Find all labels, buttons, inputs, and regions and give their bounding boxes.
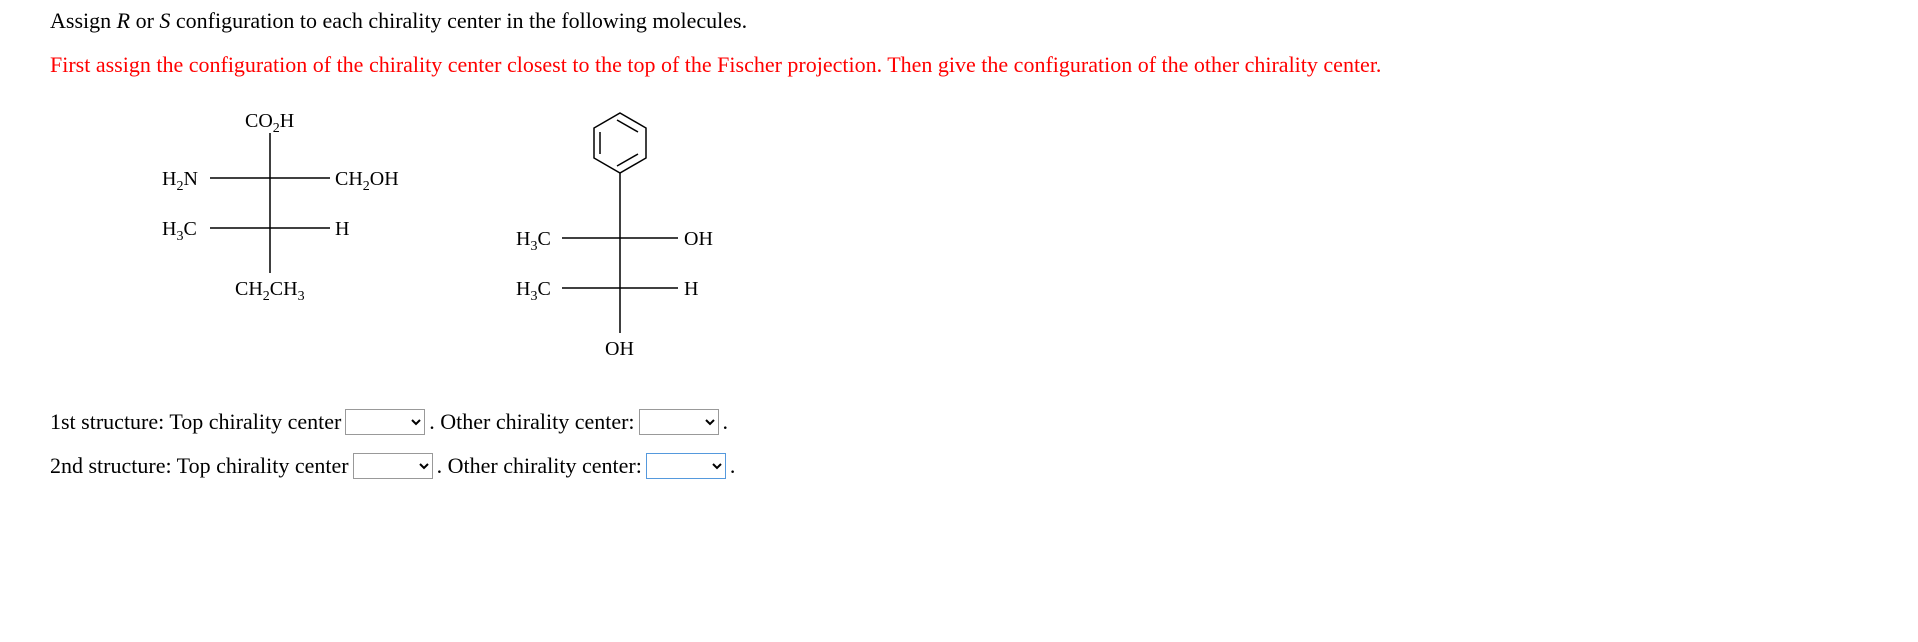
row2-mid: . Other chirality center: <box>437 453 642 479</box>
s1-c2-left: H3C <box>162 218 197 244</box>
s2-c2-right: H <box>684 278 698 300</box>
structures-container: CO2H H2N CH2OH H3C H CH2CH3 <box>140 103 1868 379</box>
row1-end: . <box>723 409 729 435</box>
structure-1-svg: CO2H H2N CH2OH H3C H CH2CH3 <box>140 103 400 313</box>
row1-top-dropdown[interactable] <box>345 409 425 435</box>
question-r: R <box>117 8 130 33</box>
row1-other-dropdown[interactable] <box>639 409 719 435</box>
s1-bottom: CH2CH3 <box>235 278 305 304</box>
answer-row-2: 2nd structure: Top chirality center . Ot… <box>50 453 1868 479</box>
s2-c1-right: OH <box>684 228 713 250</box>
structure-2: H3C OH H3C H OH <box>500 103 740 379</box>
row2-top-dropdown[interactable] <box>353 453 433 479</box>
s1-top: CO2H <box>245 110 294 136</box>
row1-mid: . Other chirality center: <box>429 409 634 435</box>
s2-c1-left: H3C <box>516 228 551 254</box>
structure-2-svg: H3C OH H3C H OH <box>500 103 740 373</box>
row2-label: 2nd structure: Top chirality center <box>50 453 349 479</box>
question-prefix: Assign <box>50 8 117 33</box>
question-or: or <box>130 8 159 33</box>
s1-c1-left: H2N <box>162 168 198 194</box>
structure-1: CO2H H2N CH2OH H3C H CH2CH3 <box>140 103 400 319</box>
s1-c2-right: H <box>335 218 349 240</box>
instruction-text: First assign the configuration of the ch… <box>50 52 1868 78</box>
row2-other-dropdown[interactable] <box>646 453 726 479</box>
question-suffix: configuration to each chirality center i… <box>170 8 747 33</box>
question-s: S <box>159 8 170 33</box>
row1-label: 1st structure: Top chirality center <box>50 409 341 435</box>
s2-bottom: OH <box>605 338 634 360</box>
answer-row-1: 1st structure: Top chirality center . Ot… <box>50 409 1868 435</box>
question-text: Assign R or S configuration to each chir… <box>50 8 1868 34</box>
s1-c1-right: CH2OH <box>335 168 399 194</box>
row2-end: . <box>730 453 736 479</box>
s2-c2-left: H3C <box>516 278 551 304</box>
